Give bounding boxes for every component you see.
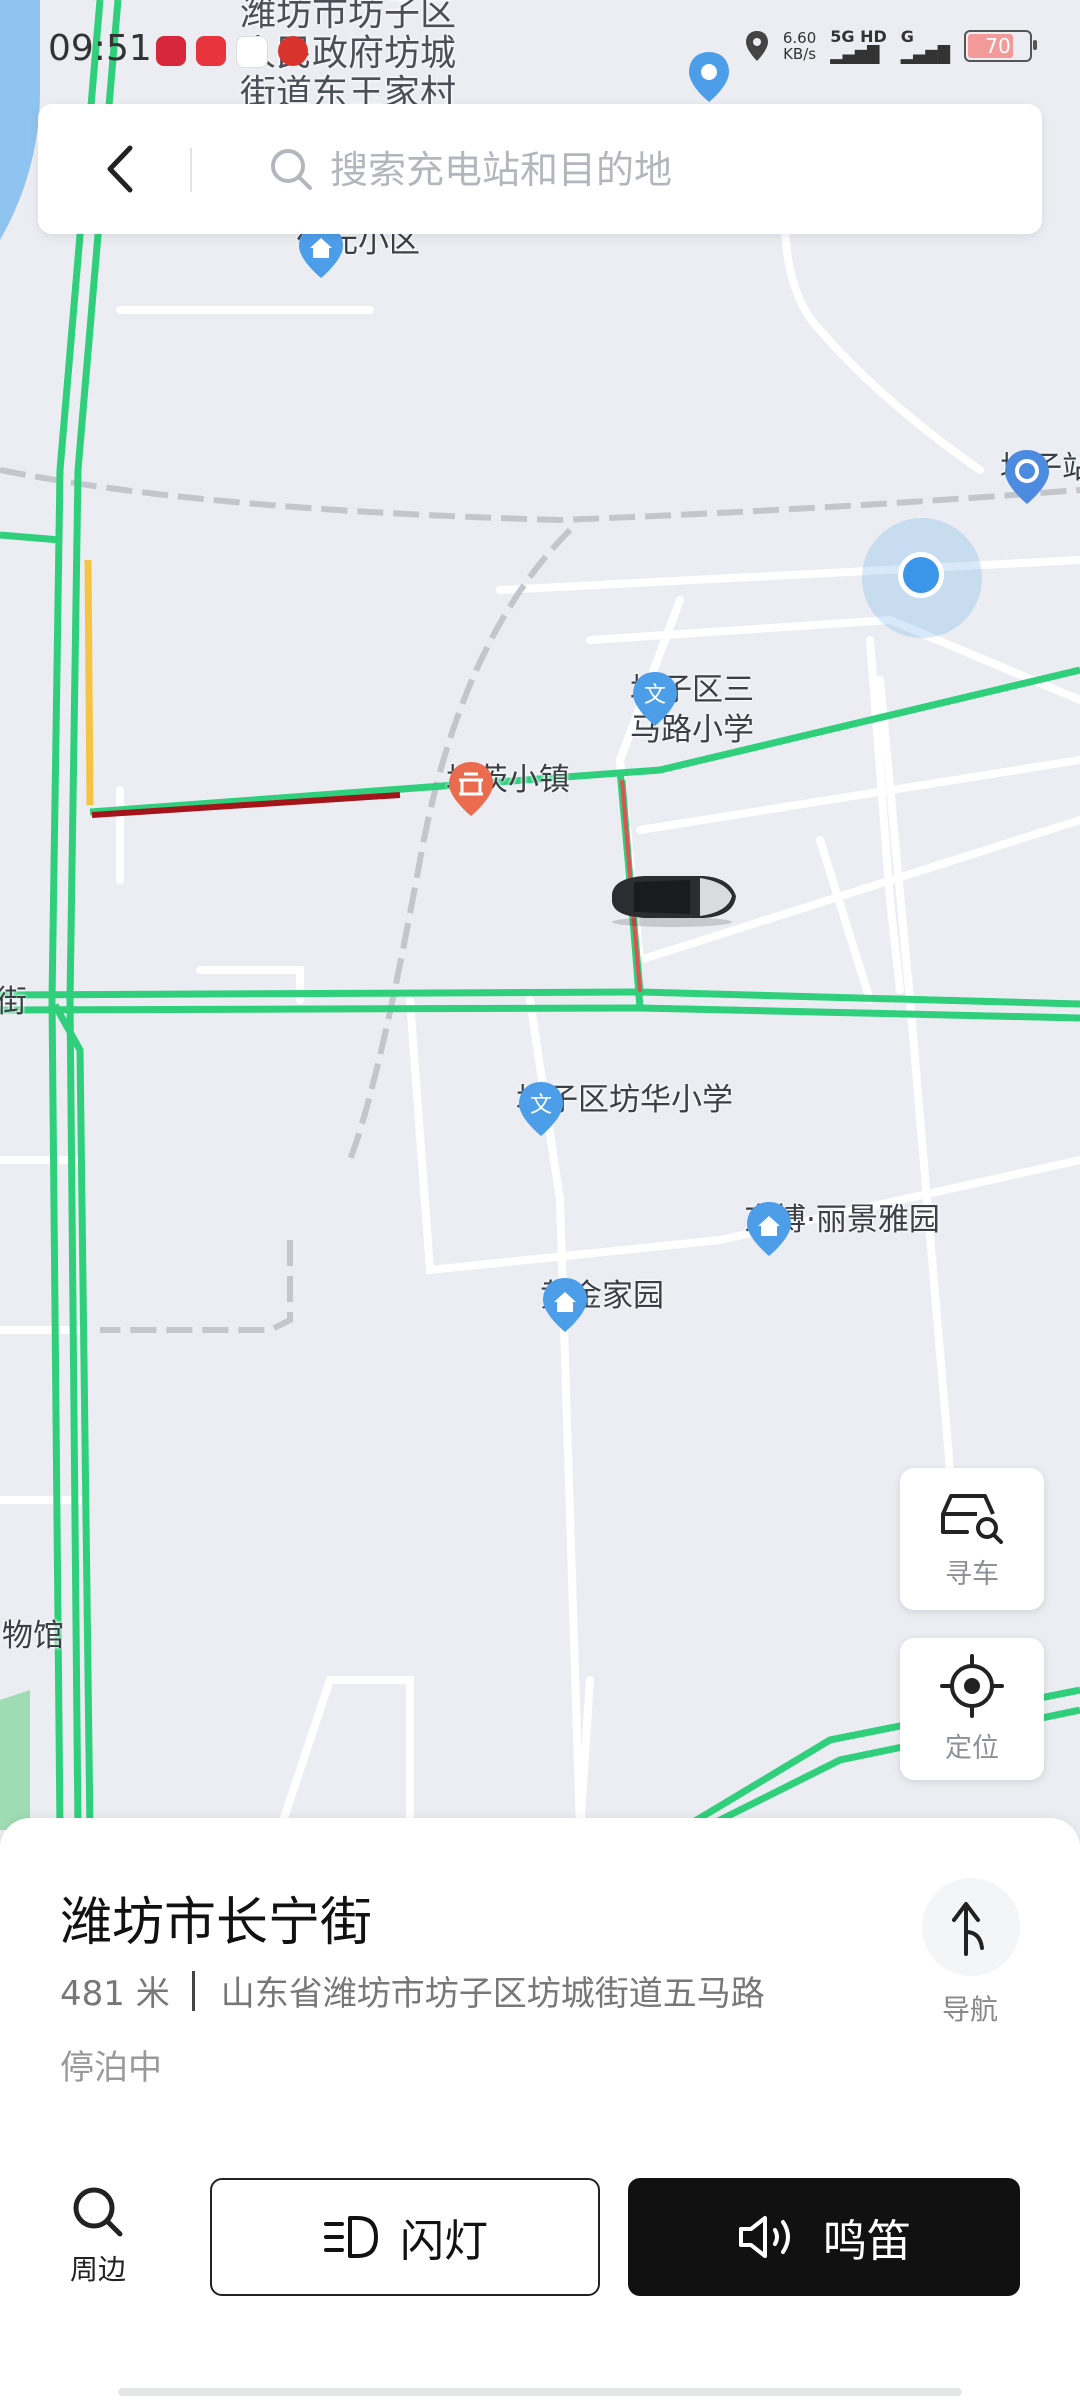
- nearby-button[interactable]: 周边: [62, 2182, 134, 2288]
- status-time: 09:51: [48, 28, 152, 69]
- battery-level: 70: [985, 34, 1011, 58]
- map-label-street-left: 街: [0, 984, 27, 1020]
- info-divider: [191, 1970, 195, 2011]
- navigate-label: 导航: [942, 1993, 999, 2026]
- locate-target-icon: [940, 1653, 1004, 1718]
- location-card: 潍坊市长宁街 481 米 山东省潍坊市坊子区坊城街道五马路 停泊中 导航 周边 …: [0, 1818, 1080, 2400]
- residential-pin-icon: [543, 1278, 587, 1332]
- home-indicator[interactable]: [118, 2388, 962, 2396]
- poi-fanghua-school[interactable]: 文 坊子区坊华小学: [516, 1080, 733, 1136]
- net-speed-unit: KB/s: [783, 45, 817, 63]
- search-nearby-icon: [73, 2187, 123, 2237]
- flash-label: 闪灯: [400, 2216, 488, 2267]
- location-info: 481 米 山东省潍坊市坊子区坊城街道五马路: [60, 1966, 765, 2015]
- poi-fangzi-station[interactable]: 坊子站: [1000, 448, 1080, 504]
- parking-status: 停泊中: [60, 2048, 162, 2088]
- notification-icons: [156, 36, 308, 68]
- svg-text:文: 文: [530, 1093, 552, 1118]
- find-car-icon: [941, 1493, 1003, 1544]
- signal-label: 5G HD: [830, 27, 887, 46]
- school-pin-icon: 文: [633, 672, 677, 726]
- find-car-label: 寻车: [945, 1558, 999, 1590]
- locate-label: 定位: [945, 1732, 999, 1764]
- poi-fangcha-town[interactable]: 坊茨小镇: [446, 760, 570, 816]
- honk-button[interactable]: 鸣笛: [628, 2178, 1020, 2296]
- current-location-marker: [862, 518, 982, 638]
- svg-text:文: 文: [644, 683, 666, 708]
- location-dot-icon: [898, 552, 944, 598]
- back-arrow-icon[interactable]: [88, 136, 154, 202]
- signal-bars-icon: ▂▄▆█: [830, 45, 880, 64]
- signal-label: G: [900, 27, 914, 46]
- location-title: 潍坊市长宁街: [60, 1893, 373, 1953]
- residential-pin-icon: [747, 1202, 791, 1256]
- search-input[interactable]: [328, 138, 972, 202]
- headlight-icon: [324, 2216, 378, 2258]
- app-notification-icon: [156, 36, 186, 66]
- network-speed: 6.60 KB/s: [783, 30, 816, 62]
- horn-label: 鸣笛: [823, 2216, 911, 2267]
- deal-app-icon: [278, 36, 308, 66]
- net-speed-value: 6.60: [782, 29, 817, 47]
- battery-icon: 70: [964, 30, 1037, 62]
- find-car-button[interactable]: 寻车: [900, 1468, 1044, 1610]
- xiaohongshu-icon: [196, 36, 226, 66]
- poi-school-3rd-road[interactable]: 文 坊子区三 马路小学: [630, 670, 754, 750]
- school-pin-icon: 文: [519, 1082, 563, 1136]
- search-bar: [38, 104, 1042, 234]
- train-station-icon: [1005, 450, 1049, 504]
- poi-jingbo-garden[interactable]: 京博·丽景雅园: [744, 1200, 940, 1256]
- cell-signal-g: G ▂▄▆█: [901, 28, 950, 64]
- poi-huangjin-garden[interactable]: 黄金家园: [540, 1276, 664, 1332]
- nearby-label: 周边: [69, 2253, 126, 2286]
- navigate-button[interactable]: [922, 1878, 1020, 1976]
- status-indicators: 6.60 KB/s 5G HD ▂▄▆█ G ▂▄▆█ 70: [745, 28, 1037, 64]
- video-app-icon: [236, 36, 268, 68]
- location-service-icon: [745, 31, 768, 61]
- signal-bars-icon: ▂▄▆█: [900, 45, 950, 64]
- locate-button[interactable]: 定位: [900, 1638, 1044, 1780]
- cell-signal-5g: 5G HD ▂▄▆█: [830, 28, 887, 64]
- flash-lights-button[interactable]: 闪灯: [210, 2178, 600, 2296]
- map-label-museum: 物馆: [2, 1618, 64, 1654]
- car-marker-icon[interactable]: [604, 868, 740, 928]
- status-bar: 09:51 6.60 KB/s 5G HD ▂▄▆█ G ▂▄▆█ 70: [0, 0, 1080, 100]
- location-address: 山东省潍坊市坊子区坊城街道五马路: [220, 1974, 765, 2014]
- location-distance: 481 米: [60, 1974, 170, 2014]
- navigate-arrow-icon: [952, 1902, 984, 1956]
- divider: [190, 148, 192, 192]
- search-icon: [271, 149, 312, 190]
- scenic-pin-icon: [449, 762, 493, 816]
- speaker-icon: [739, 2216, 790, 2258]
